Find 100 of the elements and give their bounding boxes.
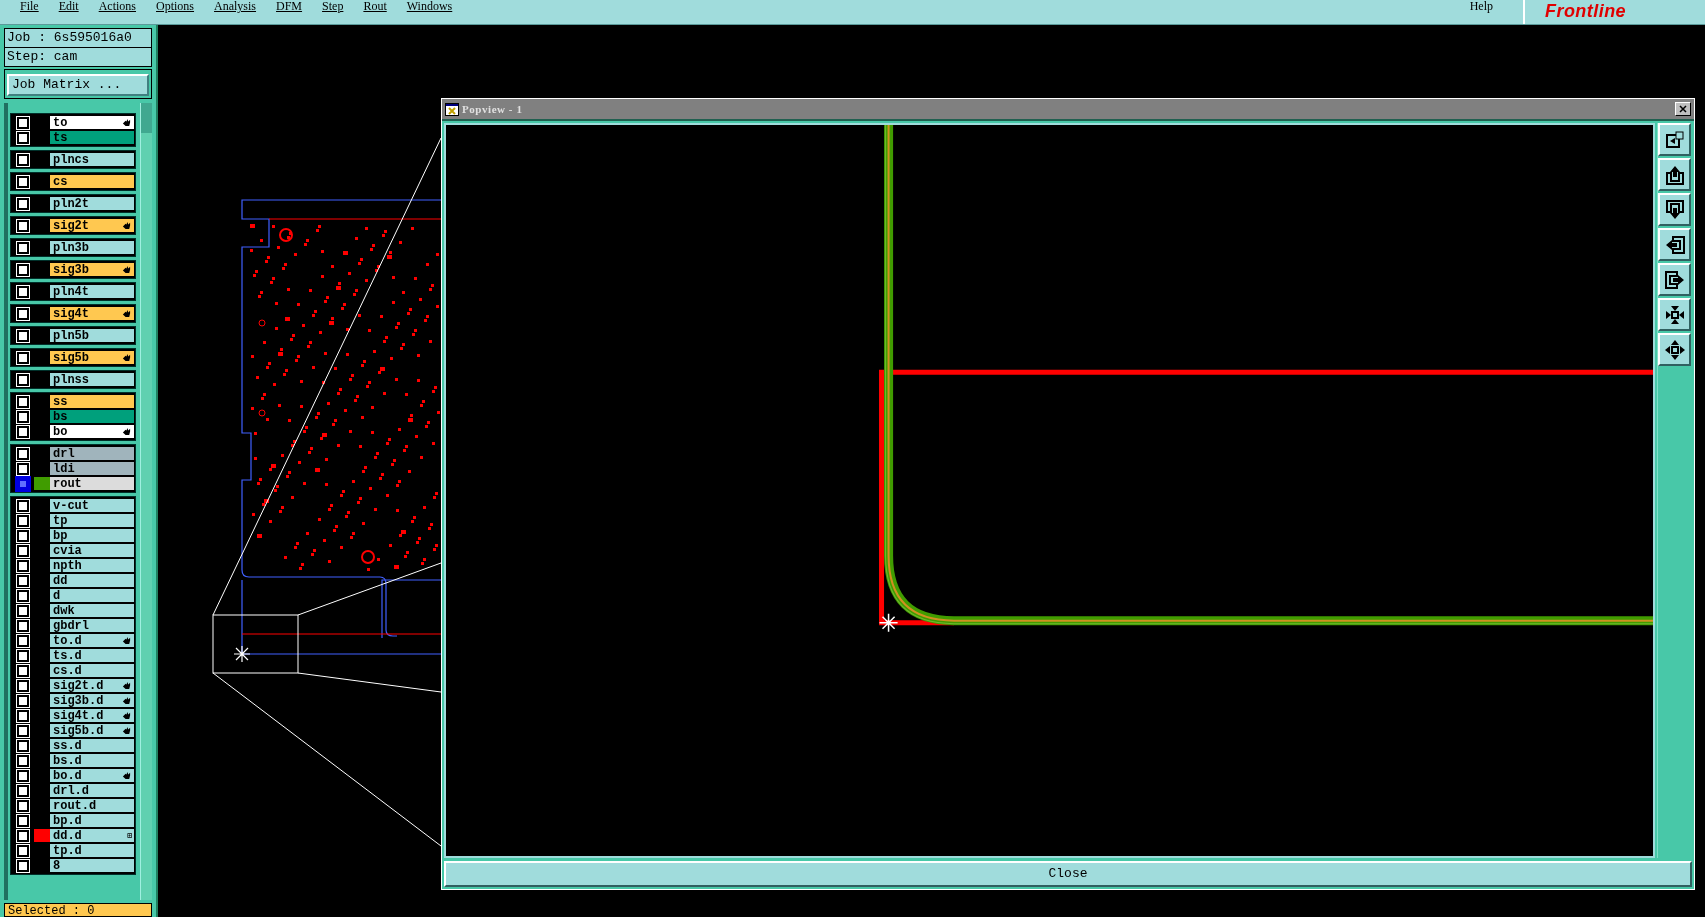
layer-checkbox[interactable]	[17, 679, 29, 692]
layer-name[interactable]: gbdrl	[50, 619, 134, 632]
close-button[interactable]	[1675, 102, 1691, 116]
layer-checkbox[interactable]	[17, 649, 29, 662]
layer-checkbox[interactable]	[17, 462, 29, 475]
layer-checkbox[interactable]	[17, 307, 29, 320]
layer-name[interactable]: sig2t.d	[50, 679, 134, 692]
layer-checkbox[interactable]	[17, 116, 29, 129]
layer-name[interactable]: bs.d	[50, 754, 134, 767]
layer-name[interactable]: tp	[50, 514, 134, 527]
layer-name[interactable]: tp.d	[50, 844, 134, 857]
layer-name[interactable]: sig2t	[50, 219, 134, 232]
layer-name[interactable]: cs	[50, 175, 134, 188]
menu-item[interactable]: Options	[156, 0, 195, 12]
layer-name[interactable]: rout.d	[50, 799, 134, 812]
tool-button[interactable]	[1658, 298, 1691, 331]
layer-name[interactable]: pln5b	[50, 329, 134, 342]
layer-name[interactable]: ss.d	[50, 739, 134, 752]
layer-checkbox[interactable]	[17, 784, 29, 797]
tool-button[interactable]	[1658, 158, 1691, 191]
layer-checkbox[interactable]	[17, 814, 29, 827]
layer-checkbox[interactable]	[17, 604, 29, 617]
layer-checkbox[interactable]	[17, 373, 29, 386]
layer-checkbox[interactable]	[17, 351, 29, 364]
layer-name[interactable]: sig4t	[50, 307, 134, 320]
layer-name[interactable]: to	[50, 116, 134, 129]
layer-checkbox[interactable]	[17, 410, 29, 423]
layer-checkbox[interactable]	[17, 219, 29, 232]
layer-name[interactable]: npth	[50, 559, 134, 572]
menu-item[interactable]: Actions	[98, 0, 136, 12]
menu-item[interactable]: Help	[1469, 0, 1493, 12]
layer-name[interactable]: bo	[50, 425, 134, 438]
layer-name[interactable]: pln3b	[50, 241, 134, 254]
layer-name[interactable]: cs.d	[50, 664, 134, 677]
layer-checkbox[interactable]	[17, 329, 29, 342]
layer-name[interactable]: to.d	[50, 634, 134, 647]
menu-item[interactable]: Edit	[58, 0, 79, 12]
layer-name[interactable]: d	[50, 589, 134, 602]
layer-name[interactable]: sig4t.d	[50, 709, 134, 722]
menu-item[interactable]: Windows	[406, 0, 453, 12]
layer-name[interactable]: ss	[50, 395, 134, 408]
layer-name[interactable]: plncs	[50, 153, 134, 166]
tool-button[interactable]	[1658, 333, 1691, 366]
layer-name[interactable]: drl	[50, 447, 134, 460]
layer-checkbox[interactable]	[17, 754, 29, 767]
layer-name[interactable]: 8	[50, 859, 134, 872]
layer-checkbox[interactable]	[17, 769, 29, 782]
layer-name[interactable]: rout	[50, 477, 134, 490]
layer-checkbox[interactable]	[17, 859, 29, 872]
layer-checkbox[interactable]	[17, 447, 29, 460]
layer-checkbox[interactable]	[17, 395, 29, 408]
layer-name[interactable]: dd	[50, 574, 134, 587]
scrollbar[interactable]	[140, 103, 152, 900]
layer-name[interactable]: ldi	[50, 462, 134, 475]
layer-checkbox[interactable]	[17, 241, 29, 254]
tool-button[interactable]	[1658, 263, 1691, 296]
layer-name[interactable]: drl.d	[50, 784, 134, 797]
layer-name[interactable]: cvia	[50, 544, 134, 557]
tool-button[interactable]	[1658, 123, 1691, 156]
layer-checkbox[interactable]	[17, 285, 29, 298]
layer-checkbox[interactable]	[17, 499, 29, 512]
layer-checkbox[interactable]	[17, 131, 29, 144]
layer-checkbox[interactable]	[17, 514, 29, 527]
layer-checkbox[interactable]	[17, 739, 29, 752]
layer-name[interactable]: ts.d	[50, 649, 134, 662]
layer-checkbox[interactable]	[17, 709, 29, 722]
menu-item[interactable]: Rout	[363, 0, 387, 12]
layer-checkbox[interactable]	[17, 153, 29, 166]
layer-checkbox[interactable]	[17, 619, 29, 632]
menu-item[interactable]: Analysis	[214, 0, 257, 12]
layer-name[interactable]: sig5b.d	[50, 724, 134, 737]
layer-checkbox[interactable]	[17, 559, 29, 572]
layer-checkbox[interactable]	[17, 694, 29, 707]
layer-checkbox[interactable]	[17, 664, 29, 677]
layer-name[interactable]: plnss	[50, 373, 134, 386]
layer-name[interactable]: v-cut	[50, 499, 134, 512]
layer-name[interactable]: dd.d ⊞	[50, 829, 134, 842]
layer-checkbox[interactable]	[17, 634, 29, 647]
layer-checkbox[interactable]	[17, 263, 29, 276]
layer-name[interactable]: sig3b	[50, 263, 134, 276]
layer-checkbox[interactable]	[17, 724, 29, 737]
layer-checkbox[interactable]	[17, 574, 29, 587]
layer-checkbox[interactable]	[17, 799, 29, 812]
layer-name[interactable]: sig3b.d	[50, 694, 134, 707]
layer-name[interactable]: sig5b	[50, 351, 134, 364]
layer-name[interactable]: pln4t	[50, 285, 134, 298]
layer-name[interactable]: bs	[50, 410, 134, 423]
layer-name[interactable]: pln2t	[50, 197, 134, 210]
layer-checkbox[interactable]	[17, 425, 29, 438]
tool-button[interactable]	[1658, 193, 1691, 226]
layer-name[interactable]: bp	[50, 529, 134, 542]
layer-checkbox[interactable]	[17, 175, 29, 188]
job-matrix-button[interactable]: Job Matrix ...	[7, 74, 149, 96]
tool-button[interactable]	[1658, 228, 1691, 261]
layer-name[interactable]: ts	[50, 131, 134, 144]
layer-checkbox[interactable]	[17, 829, 29, 842]
layer-checkbox[interactable]	[17, 544, 29, 557]
layer-checkbox[interactable]	[17, 197, 29, 210]
layer-name[interactable]: bo.d	[50, 769, 134, 782]
close-button[interactable]: Close	[444, 861, 1692, 887]
